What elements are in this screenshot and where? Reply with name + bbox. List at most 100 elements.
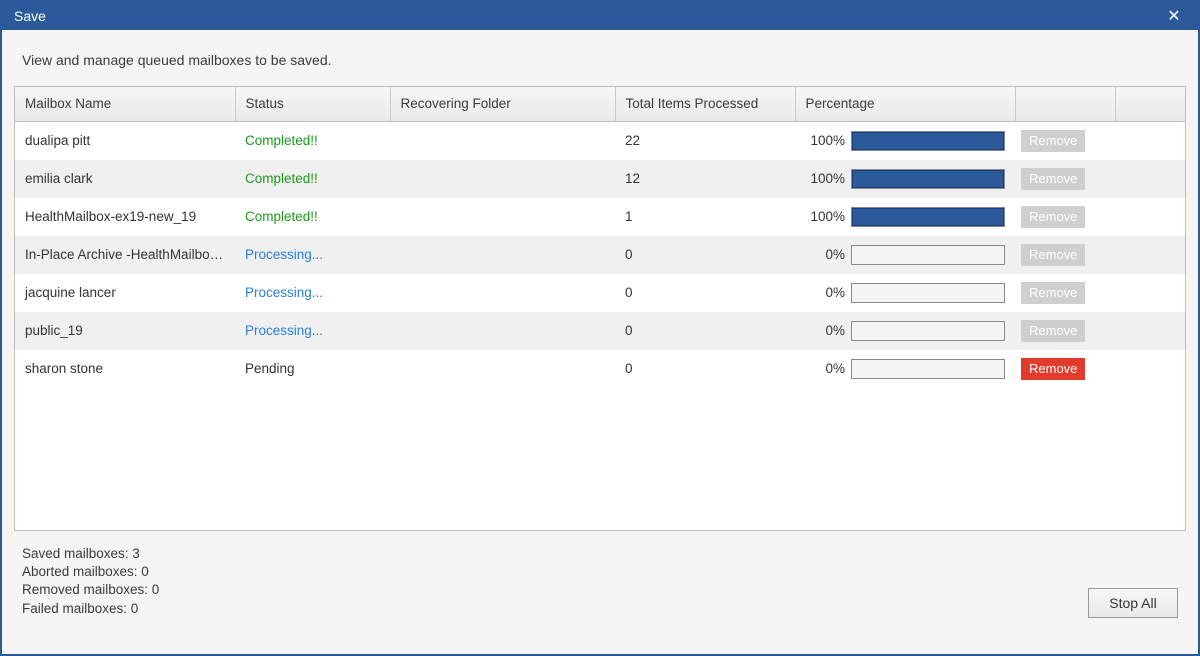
cell-extra (1115, 236, 1185, 274)
percentage-label: 0% (805, 323, 845, 338)
cell-remove: Remove (1015, 160, 1115, 198)
col-percentage[interactable]: Percentage (795, 87, 1015, 121)
remove-button: Remove (1021, 320, 1085, 342)
cell-remove: Remove (1015, 236, 1115, 274)
cell-mailbox-name: HealthMailbox-ex19-new_19 (15, 198, 235, 236)
cell-total-items: 0 (615, 274, 795, 312)
progress-bar-fill (852, 132, 1004, 150)
titlebar: Save ✕ (2, 2, 1198, 30)
cell-recovering-folder (390, 198, 615, 236)
progress-bar-fill (852, 208, 1004, 226)
percentage-label: 100% (805, 209, 845, 224)
col-recovering-folder[interactable]: Recovering Folder (390, 87, 615, 121)
cell-percentage: 0% (795, 312, 1015, 350)
stat-aborted: Aborted mailboxes: 0 (22, 563, 1088, 581)
cell-recovering-folder (390, 236, 615, 274)
percentage-label: 100% (805, 171, 845, 186)
remove-button: Remove (1021, 130, 1085, 152)
cell-percentage: 100% (795, 121, 1015, 160)
cell-total-items: 12 (615, 160, 795, 198)
col-status[interactable]: Status (235, 87, 390, 121)
cell-percentage: 0% (795, 274, 1015, 312)
progress-bar (851, 169, 1005, 189)
table-row: sharon stonePending 0 0% Remove (15, 350, 1185, 388)
cell-recovering-folder (390, 274, 615, 312)
col-mailbox-name[interactable]: Mailbox Name (15, 87, 235, 121)
cell-extra (1115, 160, 1185, 198)
cell-total-items: 1 (615, 198, 795, 236)
mailbox-table: Mailbox Name Status Recovering Folder To… (15, 87, 1185, 388)
cell-recovering-folder (390, 312, 615, 350)
stat-removed: Removed mailboxes: 0 (22, 581, 1088, 599)
cell-total-items: 0 (615, 236, 795, 274)
col-remove[interactable] (1015, 87, 1115, 121)
progress-bar (851, 131, 1005, 151)
percentage-label: 100% (805, 133, 845, 148)
cell-status: Completed!! (235, 198, 390, 236)
remove-button[interactable]: Remove (1021, 358, 1085, 380)
cell-extra (1115, 350, 1185, 388)
cell-recovering-folder (390, 121, 615, 160)
percentage-label: 0% (805, 361, 845, 376)
footer: Saved mailboxes: 3 Aborted mailboxes: 0 … (2, 531, 1198, 634)
cell-extra (1115, 312, 1185, 350)
cell-extra (1115, 274, 1185, 312)
remove-button: Remove (1021, 206, 1085, 228)
cell-mailbox-name: emilia clark (15, 160, 235, 198)
col-total-items[interactable]: Total Items Processed (615, 87, 795, 121)
cell-percentage: 100% (795, 198, 1015, 236)
progress-bar (851, 321, 1005, 341)
cell-status: Processing... (235, 236, 390, 274)
cell-total-items: 0 (615, 350, 795, 388)
table-row: emilia clarkCompleted!! 12 100% Remove (15, 160, 1185, 198)
cell-recovering-folder (390, 350, 615, 388)
table-row: jacquine lancerProcessing... 0 0% Remove (15, 274, 1185, 312)
cell-mailbox-name: public_19 (15, 312, 235, 350)
col-extra[interactable] (1115, 87, 1185, 121)
cell-mailbox-name: jacquine lancer (15, 274, 235, 312)
remove-button: Remove (1021, 168, 1085, 190)
stat-saved: Saved mailboxes: 3 (22, 545, 1088, 563)
percentage-label: 0% (805, 247, 845, 262)
save-dialog: Save ✕ View and manage queued mailboxes … (0, 0, 1200, 656)
cell-remove: Remove (1015, 121, 1115, 160)
remove-button: Remove (1021, 282, 1085, 304)
table-header-row: Mailbox Name Status Recovering Folder To… (15, 87, 1185, 121)
cell-mailbox-name: sharon stone (15, 350, 235, 388)
progress-bar (851, 207, 1005, 227)
cell-status: Completed!! (235, 121, 390, 160)
cell-percentage: 0% (795, 350, 1015, 388)
cell-mailbox-name: In-Place Archive -HealthMailbox... (15, 236, 235, 274)
cell-recovering-folder (390, 160, 615, 198)
remove-button: Remove (1021, 244, 1085, 266)
cell-percentage: 0% (795, 236, 1015, 274)
close-icon[interactable]: ✕ (1160, 2, 1188, 30)
progress-bar-fill (852, 170, 1004, 188)
stat-failed: Failed mailboxes: 0 (22, 600, 1088, 618)
stop-all-button[interactable]: Stop All (1088, 588, 1178, 618)
cell-status: Pending (235, 350, 390, 388)
cell-status: Processing... (235, 274, 390, 312)
cell-remove: Remove (1015, 274, 1115, 312)
table-row: In-Place Archive -HealthMailbox...Proces… (15, 236, 1185, 274)
footer-stats: Saved mailboxes: 3 Aborted mailboxes: 0 … (22, 545, 1088, 618)
progress-bar (851, 359, 1005, 379)
cell-status: Completed!! (235, 160, 390, 198)
intro-text: View and manage queued mailboxes to be s… (2, 30, 1198, 86)
table-row: public_19Processing... 0 0% Remove (15, 312, 1185, 350)
progress-bar (851, 245, 1005, 265)
mailbox-table-container: Mailbox Name Status Recovering Folder To… (14, 86, 1186, 531)
cell-total-items: 0 (615, 312, 795, 350)
cell-extra (1115, 198, 1185, 236)
cell-mailbox-name: dualipa pitt (15, 121, 235, 160)
cell-status: Processing... (235, 312, 390, 350)
table-row: dualipa pittCompleted!! 22 100% Remove (15, 121, 1185, 160)
cell-extra (1115, 121, 1185, 160)
percentage-label: 0% (805, 285, 845, 300)
cell-percentage: 100% (795, 160, 1015, 198)
cell-remove: Remove (1015, 350, 1115, 388)
progress-bar (851, 283, 1005, 303)
table-row: HealthMailbox-ex19-new_19Completed!! 1 100… (15, 198, 1185, 236)
cell-total-items: 22 (615, 121, 795, 160)
cell-remove: Remove (1015, 198, 1115, 236)
